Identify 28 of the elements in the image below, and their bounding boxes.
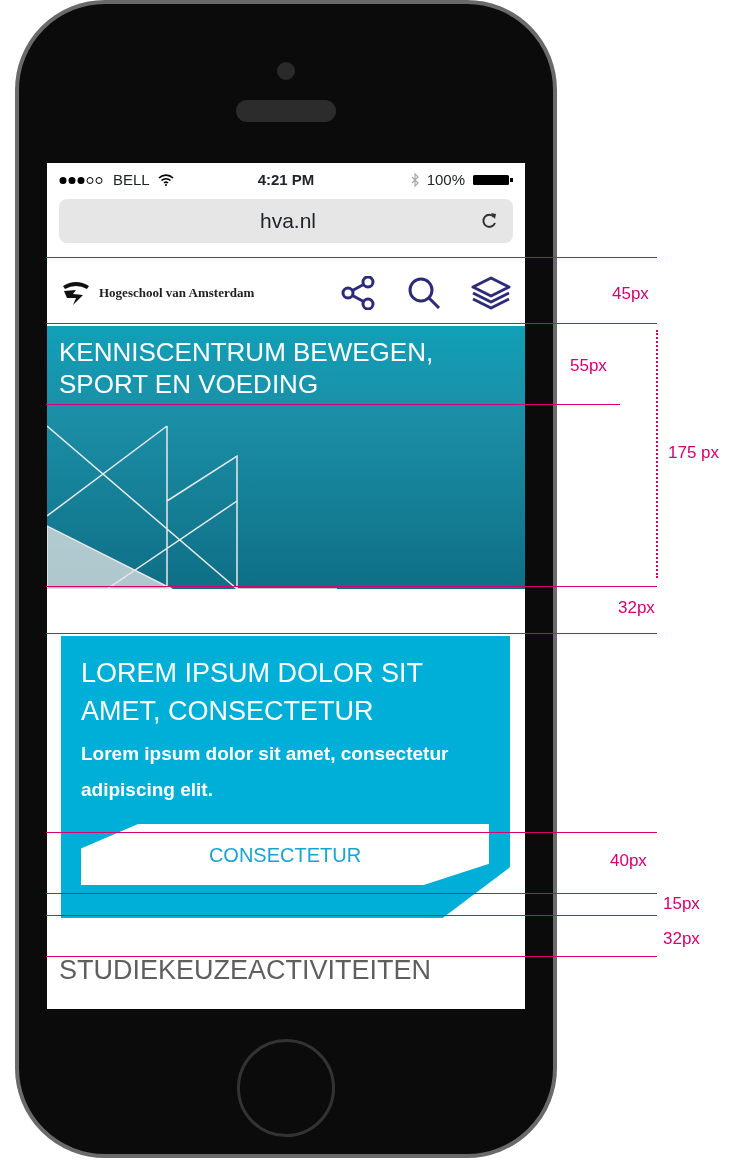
speaker-icon [236,100,336,122]
wifi-icon [157,174,174,186]
promo-title: LOREM IPSUM DOLOR SIT AMET, CONSECTETUR [81,657,424,728]
battery-percent: 100% [426,169,465,190]
section-heading: STUDIEKEUZEACTIVITEITEN [59,954,433,987]
reload-icon[interactable] [479,211,499,231]
address-bar[interactable]: hva.nl [59,199,513,243]
camera-icon [277,62,295,80]
measurement-label: 15px [663,895,700,912]
search-icon[interactable] [407,276,441,310]
measurement-label: 40px [610,852,647,869]
bluetooth-icon [410,173,419,187]
promo-text: Lorem ipsum dolor sit amet, consectetur adipiscing elit. [81,742,450,802]
carrier-name: BELL [113,169,150,190]
measurement-label: 32px [663,930,700,947]
logo-text: Hogeschool van Amsterdam [99,284,255,303]
signal-icon [59,175,105,185]
layers-icon[interactable] [471,276,511,310]
clock-time: 4:21 PM [257,170,315,188]
measurement-label: 32px [618,599,655,616]
hero-title: KENNISCENTRUM BEWEGEN, SPORT EN VOEDING [58,336,435,400]
battery-icon [473,174,513,186]
measurement-label: 55px [570,357,607,374]
measurement-label: 175 px [668,444,720,461]
url-text: hva.nl [259,209,316,233]
measurement-label: 45px [612,285,649,302]
logo-icon [61,280,91,306]
share-icon[interactable] [341,276,377,310]
